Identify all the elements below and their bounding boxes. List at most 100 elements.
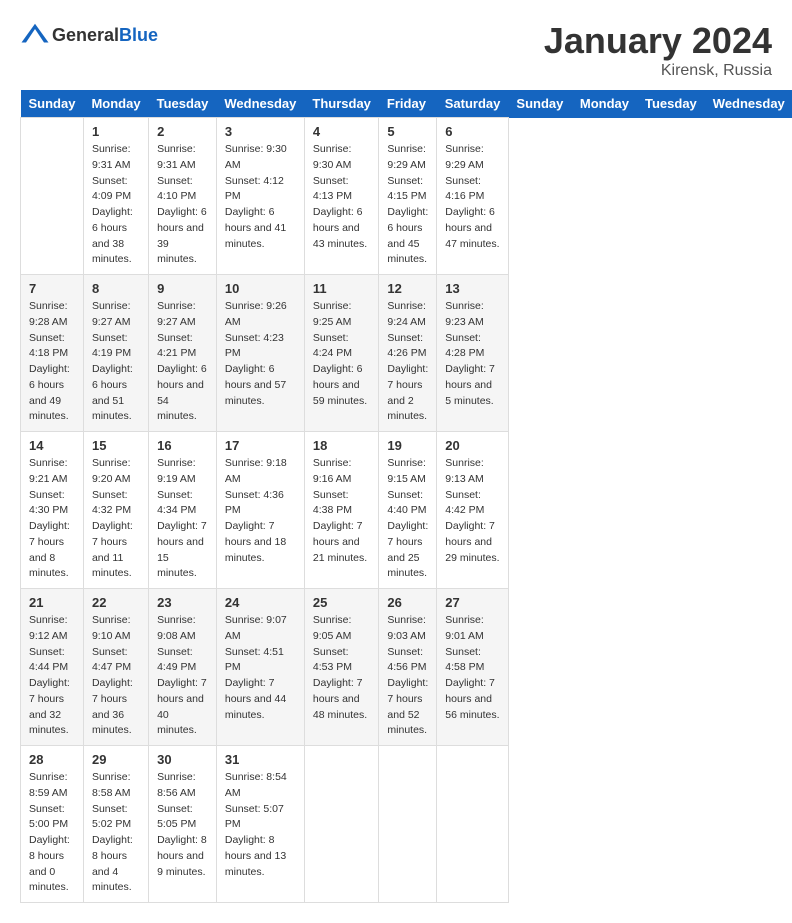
day-info: Sunrise: 8:54 AMSunset: 5:07 PMDaylight:… — [225, 770, 296, 880]
sunrise-text: Sunrise: 9:01 AM — [445, 613, 500, 645]
sunrise-text: Sunrise: 8:59 AM — [29, 770, 75, 802]
day-cell: 1 Sunrise: 9:31 AMSunset: 4:09 PMDaylight… — [83, 118, 148, 275]
sunset-text: Sunset: 4:13 PM — [313, 174, 371, 206]
day-number: 28 — [29, 752, 75, 767]
sunset-text: Sunset: 5:05 PM — [157, 802, 208, 834]
sunset-text: Sunset: 4:53 PM — [313, 645, 371, 677]
sunrise-text: Sunrise: 9:30 AM — [225, 142, 296, 174]
day-number: 17 — [225, 438, 296, 453]
day-number: 6 — [445, 124, 500, 139]
sunset-text: Sunset: 4:10 PM — [157, 174, 208, 206]
logo-icon — [20, 20, 50, 50]
week-row-5: 28Sunrise: 8:59 AMSunset: 5:00 PMDayligh… — [21, 746, 792, 903]
daylight-text: Daylight: 7 hours and 48 minutes. — [313, 676, 371, 723]
column-header-saturday: Saturday — [437, 90, 509, 118]
sunset-text: Sunset: 4:56 PM — [387, 645, 428, 677]
sunset-text: Sunset: 4:18 PM — [29, 331, 75, 363]
day-number: 7 — [29, 281, 75, 296]
day-info: Sunrise: 8:58 AMSunset: 5:02 PMDaylight:… — [92, 770, 140, 896]
column-header-monday: Monday — [83, 90, 148, 118]
daylight-text: Daylight: 7 hours and 5 minutes. — [445, 362, 500, 409]
day-info: Sunrise: 9:18 AMSunset: 4:36 PMDaylight:… — [225, 456, 296, 566]
logo: GeneralBlue — [20, 20, 158, 50]
day-cell: 4Sunrise: 9:30 AMSunset: 4:13 PMDaylight… — [304, 118, 379, 275]
daylight-text: Daylight: 6 hours and 39 minutes. — [157, 205, 208, 268]
day-info: Sunrise: 9:08 AMSunset: 4:49 PMDaylight:… — [157, 613, 208, 739]
sunrise-text: Sunrise: 9:10 AM — [92, 613, 140, 645]
daylight-text: Daylight: 8 hours and 9 minutes. — [157, 833, 208, 880]
day-info: Sunrise: 9:30 AMSunset: 4:12 PMDaylight:… — [225, 142, 296, 252]
day-info: Sunrise: 9:31 AMSunset: 4:09 PMDaylight:… — [92, 142, 140, 268]
day-info: Sunrise: 9:24 AMSunset: 4:26 PMDaylight:… — [387, 299, 428, 425]
sunrise-text: Sunrise: 9:27 AM — [92, 299, 140, 331]
day-number: 1 — [92, 124, 140, 139]
day-cell — [21, 118, 84, 275]
sunset-text: Sunset: 4:16 PM — [445, 174, 500, 206]
daylight-text: Daylight: 7 hours and 15 minutes. — [157, 519, 208, 582]
sunset-text: Sunset: 4:28 PM — [445, 331, 500, 363]
sunset-text: Sunset: 4:58 PM — [445, 645, 500, 677]
sunset-text: Sunset: 4:49 PM — [157, 645, 208, 677]
day-number: 19 — [387, 438, 428, 453]
day-number: 24 — [225, 595, 296, 610]
day-number: 9 — [157, 281, 208, 296]
day-cell: 24 Sunrise: 9:07 AMSunset: 4:51 PMDayligh… — [216, 589, 304, 746]
day-number: 16 — [157, 438, 208, 453]
day-info: Sunrise: 9:03 AMSunset: 4:56 PMDaylight:… — [387, 613, 428, 739]
column-header-wednesday: Wednesday — [705, 90, 792, 118]
column-header-wednesday: Wednesday — [216, 90, 304, 118]
day-info: Sunrise: 9:01 AMSunset: 4:58 PMDaylight:… — [445, 613, 500, 723]
day-number: 10 — [225, 281, 296, 296]
sunset-text: Sunset: 4:19 PM — [92, 331, 140, 363]
daylight-text: Daylight: 6 hours and 59 minutes. — [313, 362, 371, 409]
day-info: Sunrise: 9:26 AMSunset: 4:23 PMDaylight:… — [225, 299, 296, 409]
day-cell: 16Sunrise: 9:19 AMSunset: 4:34 PMDayligh… — [149, 432, 217, 589]
page-header: GeneralBlue January 2024 Kirensk, Russia — [20, 20, 772, 80]
sunrise-text: Sunrise: 9:05 AM — [313, 613, 371, 645]
day-number: 13 — [445, 281, 500, 296]
sunset-text: Sunset: 4:23 PM — [225, 331, 296, 363]
day-info: Sunrise: 9:27 AMSunset: 4:21 PMDaylight:… — [157, 299, 208, 425]
day-cell: 26Sunrise: 9:03 AMSunset: 4:56 PMDayligh… — [379, 589, 437, 746]
sunset-text: Sunset: 4:40 PM — [387, 488, 428, 520]
daylight-text: Daylight: 7 hours and 29 minutes. — [445, 519, 500, 566]
week-row-2: 7 Sunrise: 9:28 AMSunset: 4:18 PMDaylight… — [21, 275, 792, 432]
sunrise-text: Sunrise: 9:18 AM — [225, 456, 296, 488]
day-info: Sunrise: 9:13 AMSunset: 4:42 PMDaylight:… — [445, 456, 500, 566]
day-cell: 27Sunrise: 9:01 AMSunset: 4:58 PMDayligh… — [437, 589, 509, 746]
day-number: 25 — [313, 595, 371, 610]
daylight-text: Daylight: 7 hours and 52 minutes. — [387, 676, 428, 739]
column-header-friday: Friday — [379, 90, 437, 118]
sunrise-text: Sunrise: 9:20 AM — [92, 456, 140, 488]
day-info: Sunrise: 9:07 AMSunset: 4:51 PMDaylight:… — [225, 613, 296, 723]
sunset-text: Sunset: 4:12 PM — [225, 174, 296, 206]
sunrise-text: Sunrise: 9:25 AM — [313, 299, 371, 331]
sunrise-text: Sunrise: 9:29 AM — [445, 142, 500, 174]
week-row-3: 14 Sunrise: 9:21 AMSunset: 4:30 PM Dayligh… — [21, 432, 792, 589]
day-cell: 8Sunrise: 9:27 AMSunset: 4:19 PMDaylight… — [83, 275, 148, 432]
logo-general: General — [52, 25, 119, 45]
sunrise-text: Sunrise: 9:21 AM — [29, 456, 75, 488]
daylight-text: Daylight: 7 hours and 18 minutes. — [225, 519, 296, 566]
daylight-text: Daylight: 6 hours and 45 minutes. — [387, 205, 428, 268]
sunset-text: Sunset: 4:30 PM — [29, 488, 75, 520]
daylight-text: Daylight: 7 hours and 44 minutes. — [225, 676, 296, 723]
sunrise-text: Sunrise: 9:29 AM — [387, 142, 428, 174]
daylight-text: Daylight: 6 hours and 47 minutes. — [445, 205, 500, 252]
day-cell: 21Sunrise: 9:12 AMSunset: 4:44 PMDayligh… — [21, 589, 84, 746]
day-info: Sunrise: 9:23 AMSunset: 4:28 PMDaylight:… — [445, 299, 500, 409]
sunset-text: Sunset: 4:47 PM — [92, 645, 140, 677]
day-number: 29 — [92, 752, 140, 767]
day-number: 12 — [387, 281, 428, 296]
daylight-text: Daylight: 8 hours and 0 minutes. — [29, 833, 75, 896]
day-number: 11 — [313, 281, 371, 296]
day-info: Sunrise: 9:27 AMSunset: 4:19 PMDaylight:… — [92, 299, 140, 425]
location-title: Kirensk, Russia — [544, 62, 772, 80]
logo-text: GeneralBlue — [52, 25, 158, 46]
day-number: 14 — [29, 438, 75, 453]
day-info: Sunrise: 9:28 AMSunset: 4:18 PMDaylight:… — [29, 299, 75, 425]
day-cell — [379, 746, 437, 903]
day-number: 31 — [225, 752, 296, 767]
title-area: January 2024 Kirensk, Russia — [544, 20, 772, 80]
sunrise-text: Sunrise: 9:30 AM — [313, 142, 371, 174]
